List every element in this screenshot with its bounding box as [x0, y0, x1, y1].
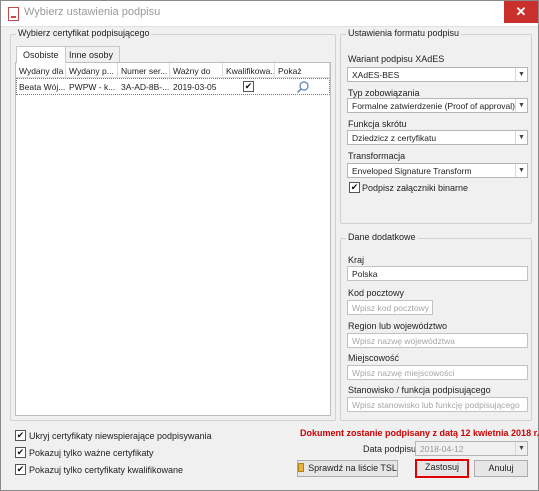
signing-date-warning: Dokument zostanie podpisany z datą 12 kw…	[300, 428, 539, 438]
position-label: Stanowisko / funkcja podpisującego	[348, 385, 491, 395]
cell-issued-by: PWPW - k...	[69, 82, 116, 92]
region-field[interactable]: Wpisz nazwę województwa	[347, 333, 528, 348]
column-header-issued-by[interactable]: Wydany p...	[66, 63, 118, 78]
variant-select[interactable]: XAdES-BES ▼	[347, 67, 528, 82]
tab-osobiste[interactable]: Osobiste	[16, 46, 66, 64]
country-field[interactable]: Polska	[347, 266, 528, 281]
chevron-down-icon[interactable]: ▼	[515, 164, 527, 177]
certificate-table: Wydany dla Wydany p... Numer ser... Ważn…	[15, 62, 331, 416]
transform-label: Transformacja	[348, 151, 406, 161]
city-field[interactable]: Wpisz nazwę miejscowości	[347, 365, 528, 380]
column-header-qualified[interactable]: Kwalifikowa...	[223, 63, 275, 78]
commitment-value: Formalne zatwierdzenie (Proof of approva…	[352, 101, 515, 111]
cancel-button[interactable]: Anuluj	[474, 460, 528, 477]
only-valid-checkbox[interactable]: ✔	[15, 447, 26, 458]
hash-label: Funkcja skrótu	[348, 119, 407, 129]
commitment-label: Typ zobowiązania	[348, 88, 420, 98]
chevron-down-icon[interactable]: ▼	[515, 131, 527, 144]
only-valid-label: Pokazuj tylko ważne certyfikaty	[29, 448, 154, 458]
tab-inne-osoby[interactable]: Inne osoby	[62, 46, 121, 63]
variant-label: Wariant podpisu XAdES	[348, 54, 445, 64]
column-header-show[interactable]: Pokaż	[275, 63, 330, 78]
verify-tsl-label: Sprawdź na liście TSL	[308, 463, 397, 473]
cert-group-title: Wybierz certyfikat podpisującego	[16, 28, 152, 38]
signing-date-picker[interactable]: 2018-04-12 ▼	[415, 441, 528, 456]
chevron-down-icon[interactable]: ▼	[515, 442, 527, 455]
format-group-title: Ustawienia formatu podpisu	[346, 28, 462, 38]
magnifier-icon[interactable]	[296, 80, 310, 94]
variant-value: XAdES-BES	[352, 70, 400, 80]
commitment-select[interactable]: Formalne zatwierdzenie (Proof of approva…	[347, 98, 528, 113]
hash-select[interactable]: Dziedzicz z certyfikatu ▼	[347, 130, 528, 145]
cell-serial: 3A-AD-8B-...	[121, 82, 170, 92]
qualified-checkbox[interactable]: ✔	[243, 81, 254, 92]
close-button[interactable]: ✕	[504, 1, 538, 23]
window-title: Wybierz ustawienia podpisu	[24, 6, 161, 18]
signing-date-value: 2018-04-12	[420, 444, 464, 454]
column-header-valid-to[interactable]: Ważny do	[170, 63, 223, 78]
postal-code-field[interactable]: Wpisz kod pocztowy	[347, 300, 433, 315]
region-label: Region lub województwo	[348, 321, 448, 331]
chevron-down-icon[interactable]: ▼	[515, 99, 527, 112]
hash-value: Dziedzicz z certyfikatu	[352, 133, 437, 143]
sign-binary-label: Podpisz załączniki binarne	[362, 183, 469, 193]
column-header-issued-to[interactable]: Wydany dla	[16, 63, 66, 78]
city-label: Miejscowość	[348, 353, 400, 363]
only-qualified-label: Pokazuj tylko certyfikaty kwalifikowane	[29, 465, 184, 475]
dialog-window: Wybierz ustawienia podpisu ✕ Wybierz cer…	[0, 0, 539, 491]
country-label: Kraj	[348, 255, 365, 265]
verify-tsl-button[interactable]: Sprawdź na liście TSL	[297, 460, 398, 477]
document-icon	[8, 7, 19, 21]
hide-unsupported-label: Ukryj certyfikaty niewspierające podpisy…	[29, 431, 212, 441]
cell-issued-to: Beata Wój...	[19, 82, 66, 92]
title-bar: Wybierz ustawienia podpisu ✕	[1, 1, 538, 27]
apply-button[interactable]: Zastosuj	[415, 459, 469, 478]
only-qualified-checkbox[interactable]: ✔	[15, 464, 26, 475]
chevron-down-icon[interactable]: ▼	[515, 68, 527, 81]
transform-select[interactable]: Enveloped Signature Transform ▼	[347, 163, 528, 178]
postal-label: Kod pocztowy	[348, 288, 405, 298]
sign-binary-checkbox[interactable]: ✔	[349, 182, 360, 193]
certificate-icon	[298, 463, 305, 472]
position-field[interactable]: Wpisz stanowisko lub funkcję podpisujące…	[347, 397, 528, 412]
transform-value: Enveloped Signature Transform	[352, 166, 472, 176]
cell-valid-to: 2019-03-05	[173, 82, 217, 92]
column-header-serial[interactable]: Numer ser...	[118, 63, 170, 78]
hide-unsupported-checkbox[interactable]: ✔	[15, 430, 26, 441]
extra-group-title: Dane dodatkowe	[346, 232, 418, 242]
signing-date-label: Data podpisu:	[363, 444, 419, 454]
